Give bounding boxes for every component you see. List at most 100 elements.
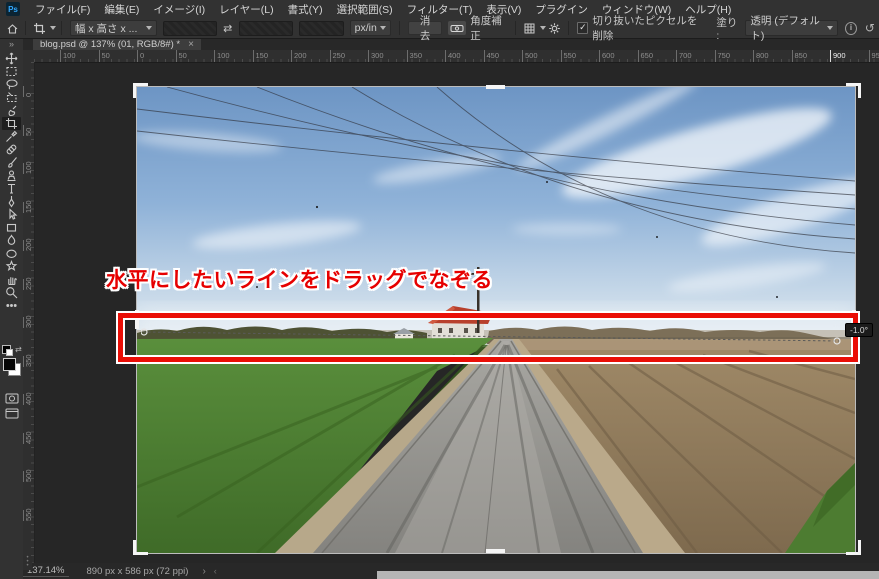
angle-indicator-badge: -1.0° <box>845 323 873 337</box>
close-icon[interactable]: × <box>188 39 194 50</box>
crop-width-field[interactable] <box>163 21 217 36</box>
fill-label: 塗り : <box>716 15 740 42</box>
crop-handle-top-middle[interactable] <box>486 85 505 89</box>
chevron-down-icon[interactable] <box>50 26 56 30</box>
hruler-label: 650 <box>638 50 654 62</box>
fill-dropdown[interactable]: 透明 (デフォルト) <box>745 20 838 36</box>
home-icon[interactable] <box>4 20 20 36</box>
hruler-label: 950 <box>869 50 879 62</box>
annotation-text: 水平にしたいラインをドラッグでなぞる <box>106 264 493 294</box>
delete-cropped-pixels-label: 切り抜いたピクセルを削除 <box>592 13 704 43</box>
hruler-label: 500 <box>522 50 538 62</box>
crop-height-field[interactable] <box>239 21 293 36</box>
swap-dimensions-icon[interactable]: ⇄ <box>220 20 236 36</box>
quick-mask-button[interactable] <box>0 393 23 404</box>
hruler-label: 850 <box>792 50 808 62</box>
horizontal-ruler: 1005005010015020025030035040045050055060… <box>34 50 879 63</box>
hruler-label: 100 <box>214 50 230 62</box>
vruler-label: 250 <box>23 279 33 290</box>
hruler-label: 800 <box>753 50 769 62</box>
straighten-button[interactable]: 角度補正 <box>448 13 507 43</box>
hruler-label: 200 <box>291 50 307 62</box>
hruler-label: 600 <box>599 50 615 62</box>
object-selection-tool[interactable] <box>2 91 21 104</box>
hruler-label: 0 <box>137 50 144 62</box>
eyedropper-tool[interactable] <box>2 130 21 143</box>
move-tool[interactable] <box>2 52 21 65</box>
healing-brush-tool[interactable] <box>2 143 21 156</box>
ellipse-tool[interactable] <box>2 247 21 260</box>
vruler-label: 550 <box>23 510 33 521</box>
menu-item-3[interactable]: レイヤー(L) <box>212 0 281 19</box>
menu-item-4[interactable]: 書式(Y) <box>281 0 330 19</box>
crop-handle-bottom-left[interactable] <box>133 540 148 555</box>
status-popup-arrow-icon[interactable]: › <box>202 566 205 577</box>
clone-stamp-tool[interactable] <box>2 169 21 182</box>
foreground-color-swatch[interactable] <box>3 358 16 371</box>
color-swatch-area: ⇄ <box>2 345 22 391</box>
straighten-label: 角度補正 <box>470 13 507 43</box>
crop-preset-dropdown[interactable]: 幅 x 高さ x ... <box>70 20 157 36</box>
menu-item-1[interactable]: 編集(E) <box>97 0 146 19</box>
crop-handle-top-right[interactable] <box>846 83 861 98</box>
hruler-label: 750 <box>715 50 731 62</box>
crop-handle-bottom-right[interactable] <box>846 540 861 555</box>
screen-mode-button[interactable] <box>0 408 23 419</box>
vruler-label: 500 <box>23 471 33 482</box>
hruler-label: 450 <box>484 50 500 62</box>
options-bar: 幅 x 高さ x ... ⇄ px/in 消去 角度補正 ✓ 切り抜いたピクセル… <box>0 18 879 39</box>
rectangle-tool[interactable] <box>2 221 21 234</box>
crop-handle-bottom-middle[interactable] <box>486 549 505 553</box>
chevron-down-icon <box>146 26 152 30</box>
menu-item-5[interactable]: 選択範囲(S) <box>330 0 400 19</box>
default-colors-icon[interactable] <box>2 345 11 354</box>
checkbox-check-icon: ✓ <box>577 22 588 34</box>
scrollbar-corner[interactable]: ••• <box>23 556 32 570</box>
hruler-label: 550 <box>561 50 577 62</box>
hruler-label: 900 <box>830 50 846 62</box>
hand-tool[interactable] <box>2 273 21 286</box>
vruler-label: 150 <box>23 202 33 213</box>
custom-shape-tool[interactable] <box>2 260 21 273</box>
callout-rectangle <box>118 313 858 362</box>
edit-toolbar[interactable] <box>2 299 21 312</box>
swap-colors-icon[interactable]: ⇄ <box>15 345 22 354</box>
resolution-unit-dropdown[interactable]: px/in <box>350 20 391 36</box>
blur-tool[interactable] <box>2 234 21 247</box>
zoom-tool[interactable] <box>2 286 21 299</box>
path-selection-tool[interactable] <box>2 208 21 221</box>
reset-icon[interactable]: ↺ <box>865 21 875 35</box>
crop-tool-active[interactable] <box>2 117 21 130</box>
type-tool[interactable] <box>2 182 21 195</box>
hruler-label: 300 <box>368 50 384 62</box>
menu-item-0[interactable]: ファイル(F) <box>28 0 97 19</box>
toolbar-collapse-icon[interactable]: » <box>0 39 23 49</box>
marquee-tool[interactable] <box>2 65 21 78</box>
document-size-info: 890 px x 586 px (72 ppi) <box>87 566 189 577</box>
vruler-label: 400 <box>23 394 33 405</box>
brush-tool[interactable] <box>2 156 21 169</box>
clear-button[interactable]: 消去 <box>408 21 443 35</box>
lasso-tool[interactable] <box>2 78 21 91</box>
menu-item-2[interactable]: イメージ(I) <box>146 0 212 19</box>
hruler-label: 700 <box>676 50 692 62</box>
hruler-label: 50 <box>176 50 187 62</box>
crop-handle-top-left[interactable] <box>133 83 148 98</box>
overlay-options-icon[interactable] <box>521 20 537 36</box>
status-secondary-arrow-icon[interactable]: ‹ <box>214 566 217 576</box>
crop-resolution-field[interactable] <box>299 21 344 36</box>
vruler-label: 300 <box>23 317 33 328</box>
menu-bar: Ps ファイル(F)編集(E)イメージ(I)レイヤー(L)書式(Y)選択範囲(S… <box>0 0 879 19</box>
crop-options-gear-icon[interactable] <box>546 20 562 36</box>
crop-tool-icon[interactable] <box>31 20 47 36</box>
document-tab-title: blog.psd @ 137% (01, RGB/8#) * <box>40 39 180 50</box>
pen-tool[interactable] <box>2 195 21 208</box>
vruler-label: 0 <box>23 86 33 97</box>
info-icon[interactable]: i <box>845 22 857 35</box>
delete-cropped-pixels-checkbox[interactable]: ✓ 切り抜いたピクセルを削除 <box>577 13 704 43</box>
document-tab[interactable]: blog.psd @ 137% (01, RGB/8#) * × <box>33 38 201 50</box>
hruler-label: 150 <box>253 50 269 62</box>
quick-selection-tool[interactable] <box>2 104 21 117</box>
hruler-label: 400 <box>445 50 461 62</box>
vruler-label: 50 <box>23 125 33 136</box>
